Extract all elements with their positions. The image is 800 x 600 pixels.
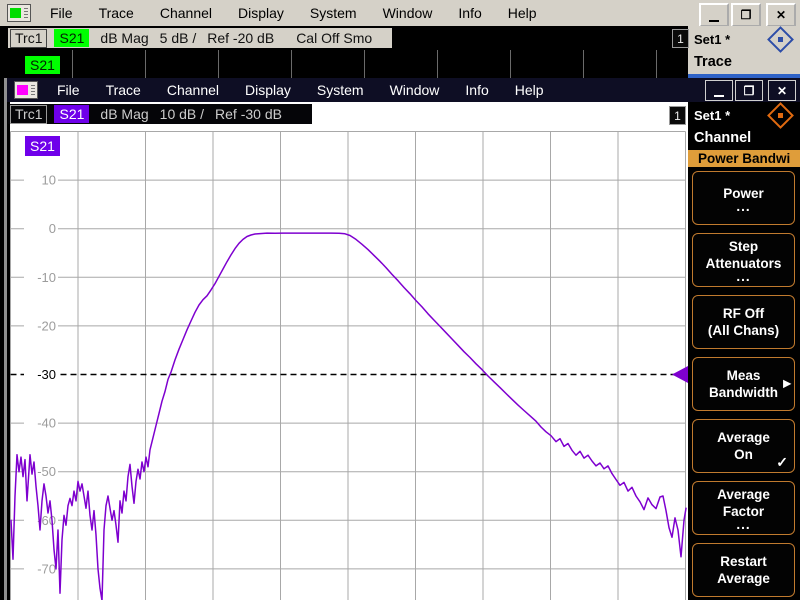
back-menu-items: File Trace Channel Display System Window Info H…	[37, 0, 550, 26]
front-sidebar-heading[interactable]: Channel	[688, 127, 800, 148]
softkey-label: Average	[717, 571, 770, 586]
menu-item-info[interactable]: Info	[452, 77, 501, 103]
menu-item-display[interactable]: Display	[225, 0, 297, 26]
minimize-button[interactable]	[705, 80, 733, 101]
softkey-rfoff-allchans[interactable]: RF Off (All Chans)	[692, 295, 795, 349]
minimize-button[interactable]	[699, 3, 729, 27]
front-trace-info-bar: Trc1 S21 dB Mag 10 dB / Ref -30 dB	[8, 104, 312, 124]
checkmark-icon: ✓	[776, 454, 788, 470]
softkey-power[interactable]: Power...	[692, 171, 795, 225]
close-button[interactable]: ✕	[766, 3, 796, 27]
restore-button[interactable]: ❐	[735, 80, 763, 101]
screen-glyph-icon	[10, 8, 21, 18]
softkey-label: Meas	[726, 368, 761, 383]
menu-item-system[interactable]: System	[297, 0, 370, 26]
analyzer-screen: File Trace Channel Display System Window Info H…	[0, 0, 800, 600]
back-sidebar-heading[interactable]: Trace	[688, 51, 800, 72]
trace-format: dB Mag	[100, 30, 149, 46]
softkey-step-attenuators[interactable]: Step Attenuators...	[692, 233, 795, 287]
softkey-label: Restart	[720, 554, 767, 569]
softkey-restart-average[interactable]: Restart Average	[692, 543, 795, 597]
restore-button[interactable]: ❐	[731, 3, 761, 27]
back-trace-info-bar: Trc1 S21 dB Mag 5 dB / Ref -20 dB Cal Of…	[8, 28, 392, 48]
menu-item-file[interactable]: File	[37, 0, 86, 26]
softkey-meas-bandwidth[interactable]: Meas Bandwidth ▶	[692, 357, 795, 411]
trace-format: dB Mag	[100, 106, 149, 122]
back-window-controls: ❐ ✕	[697, 3, 796, 27]
minimize-icon	[714, 95, 724, 97]
menu-item-channel[interactable]: Channel	[154, 77, 232, 103]
channel-badge[interactable]: 1	[672, 29, 689, 48]
parameter-chip[interactable]: S21	[54, 29, 90, 47]
ellipsis-label: ...	[736, 517, 751, 532]
front-window-controls: ❐ ✕	[703, 80, 796, 101]
menu-item-trace[interactable]: Trace	[86, 0, 147, 26]
softkey-label: On	[734, 447, 753, 462]
trace-name-box[interactable]: Trc1	[10, 104, 48, 124]
active-submenu-bar[interactable]: Power Bandwi	[688, 150, 800, 167]
menu-item-help[interactable]: Help	[502, 77, 557, 103]
softkey-average-factor[interactable]: Average Factor...	[692, 481, 795, 535]
menu-item-display[interactable]: Display	[232, 77, 304, 103]
menu-item-window[interactable]: Window	[370, 0, 446, 26]
keypad-glyph-icon	[31, 85, 35, 95]
front-softkey-sidebar: Set1 * Channel Power Bandwi Power... Step…	[688, 102, 800, 600]
softkey-label: Average	[717, 430, 770, 445]
trace-scale: 10 dB /	[159, 106, 205, 122]
front-window: File Trace Channel Display System Window Info H…	[4, 78, 800, 600]
instrument-app-icon[interactable]	[14, 81, 38, 99]
back-setup-name: Set1 *	[694, 32, 731, 47]
submenu-arrow-icon: ▶	[783, 378, 791, 390]
rs-logo-icon	[767, 26, 794, 53]
trace-scale: 5 dB /	[159, 30, 197, 46]
trace-status: Cal Off Smo	[296, 30, 373, 46]
softkey-label: RF Off	[722, 306, 765, 321]
front-setup-name: Set1 *	[694, 108, 731, 123]
screen-glyph-icon	[17, 85, 28, 95]
ellipsis-label: ...	[736, 269, 751, 284]
front-menu-items: File Trace Channel Display System Window Info H…	[44, 78, 557, 102]
trace-name-box[interactable]: Trc1	[10, 28, 48, 48]
front-plot-area[interactable]	[10, 102, 688, 600]
trace-reference: Ref -20 dB	[207, 30, 275, 46]
instrument-app-icon[interactable]	[7, 4, 31, 22]
front-window-menubar: File Trace Channel Display System Window Info H…	[7, 78, 800, 102]
back-window-menubar: File Trace Channel Display System Window Info H…	[0, 0, 800, 27]
rs-logo-icon	[767, 102, 794, 129]
softkey-label: Average	[717, 487, 770, 502]
close-button[interactable]: ✕	[768, 80, 796, 101]
parameter-chip[interactable]: S21	[54, 105, 90, 123]
back-trace-legend-label[interactable]: S21	[25, 56, 60, 74]
minimize-icon	[709, 20, 719, 22]
menu-item-trace[interactable]: Trace	[93, 77, 154, 103]
menu-item-system[interactable]: System	[304, 77, 377, 103]
softkey-average-on[interactable]: Average On ✓	[692, 419, 795, 473]
softkey-label: Step	[728, 239, 759, 254]
ellipsis-label: ...	[736, 198, 751, 214]
menu-item-help[interactable]: Help	[495, 0, 550, 26]
keypad-glyph-icon	[24, 8, 28, 18]
channel-badge[interactable]: 1	[669, 106, 686, 125]
menu-item-info[interactable]: Info	[445, 0, 494, 26]
softkey-list: Power... Step Attenuators... RF Off (All Cha…	[688, 167, 800, 597]
menu-item-window[interactable]: Window	[377, 77, 453, 103]
menu-item-file[interactable]: File	[44, 77, 93, 103]
softkey-label: (All Chans)	[707, 323, 780, 338]
softkey-label: Bandwidth	[709, 385, 778, 400]
menu-item-channel[interactable]: Channel	[147, 0, 225, 26]
front-trace-legend-label[interactable]: S21	[25, 136, 60, 156]
trace-reference: Ref -30 dB	[215, 106, 282, 122]
